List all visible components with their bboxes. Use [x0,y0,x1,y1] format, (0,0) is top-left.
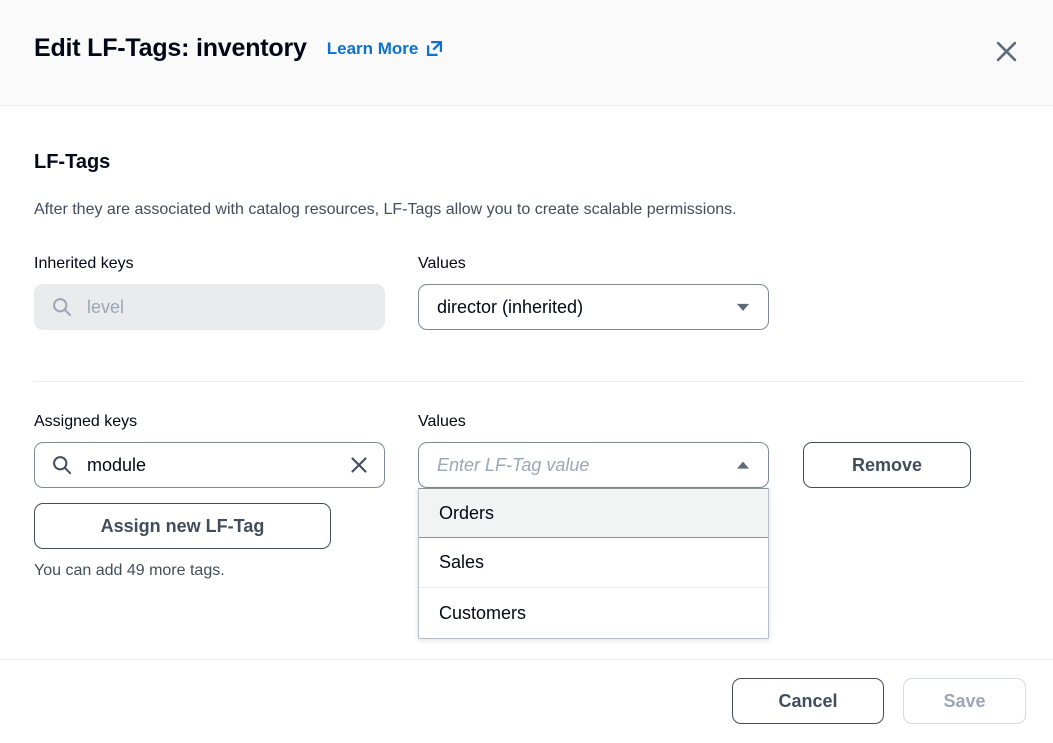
assigned-key-input[interactable]: module [34,442,385,488]
search-icon [51,454,73,476]
close-icon [993,38,1020,70]
modal-body: LF-Tags After they are associated with c… [0,106,1053,659]
dropdown-option-orders[interactable]: Orders [419,488,768,538]
inherited-values-label: Values [418,255,769,273]
inherited-value-text: director (inherited) [437,297,732,318]
header-title-row: Edit LF-Tags: inventory Learn More [34,34,444,63]
learn-more-label: Learn More [327,39,419,59]
page-title: Edit LF-Tags: inventory [34,34,307,63]
chevron-up-icon [732,454,754,476]
assigned-keys-column: Assigned keys module A [34,413,385,488]
section-description: After they are associated with catalog r… [34,201,737,219]
assigned-action-column: Remove [803,413,971,488]
modal-header: Edit LF-Tags: inventory Learn More [0,0,1053,106]
edit-lf-tags-modal: Edit LF-Tags: inventory Learn More [0,0,1053,743]
close-button[interactable] [985,33,1027,75]
inherited-keys-column: Inherited keys level [34,255,385,330]
section-divider [34,381,1025,382]
assign-help-text: You can add 49 more tags. [34,562,225,580]
search-icon [51,296,73,318]
external-link-icon [425,39,444,58]
modal-footer: Cancel Save [0,659,1053,743]
dropdown-option-sales[interactable]: Sales [419,538,768,588]
assign-new-lf-tag-button[interactable]: Assign new LF-Tag [34,503,331,549]
assigned-values-label: Values [418,413,769,431]
inherited-key-input: level [34,284,385,330]
footer-actions: Cancel Save [732,678,1026,724]
inherited-value-select[interactable]: director (inherited) [418,284,769,330]
clear-icon[interactable] [346,452,372,478]
section-title: LF-Tags [34,151,110,174]
inherited-key-value: level [87,297,372,318]
assigned-value-placeholder: Enter LF-Tag value [437,455,732,476]
chevron-down-icon [732,296,754,318]
assigned-keys-label: Assigned keys [34,413,385,431]
remove-button[interactable]: Remove [803,442,971,488]
inherited-values-column: Values director (inherited) [418,255,769,330]
assigned-key-value: module [87,455,346,476]
assigned-value-dropdown: Orders Sales Customers [418,488,769,639]
cancel-button[interactable]: Cancel [732,678,884,724]
inherited-keys-label: Inherited keys [34,255,385,273]
save-button[interactable]: Save [903,678,1026,724]
assigned-values-column: Values Enter LF-Tag value Orders Sales [418,413,769,488]
assigned-value-select[interactable]: Enter LF-Tag value [418,442,769,488]
learn-more-link[interactable]: Learn More [327,39,445,59]
dropdown-option-customers[interactable]: Customers [419,588,768,638]
